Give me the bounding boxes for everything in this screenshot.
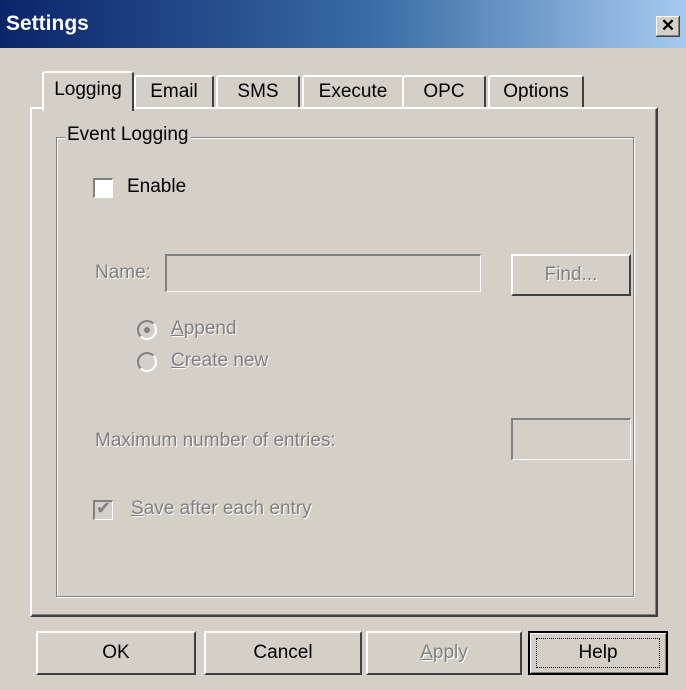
apply-button[interactable]: Apply — [366, 631, 522, 675]
tab-opc[interactable]: OPC — [402, 75, 486, 107]
append-radio[interactable] — [137, 320, 157, 340]
cancel-button[interactable]: Cancel — [204, 631, 362, 675]
save-after-each-label: Save after each entry — [131, 498, 312, 519]
name-label: Name: — [95, 262, 151, 283]
window-title: Settings — [6, 12, 89, 35]
close-button[interactable]: ✕ — [656, 16, 680, 37]
create-new-label: Create new — [171, 350, 269, 371]
enable-checkbox[interactable] — [93, 178, 113, 198]
tab-strip: Logging Email SMS Execute OPC Options — [30, 71, 590, 111]
create-new-radio[interactable] — [137, 352, 157, 372]
enable-label: Enable — [127, 176, 187, 197]
max-entries-label: Maximum number of entries: — [95, 430, 336, 451]
tab-options[interactable]: Options — [488, 75, 584, 107]
tab-logging[interactable]: Logging — [42, 71, 134, 111]
help-button[interactable]: Help — [528, 631, 668, 675]
title-bar: Settings ✕ — [0, 0, 686, 48]
tab-panel-logging: Event Logging Enable Name: Find... Appen… — [30, 107, 658, 617]
event-logging-group: Event Logging Enable Name: Find... Appen… — [56, 124, 634, 597]
tab-email[interactable]: Email — [134, 75, 214, 107]
tab-execute[interactable]: Execute — [302, 75, 404, 107]
close-icon: ✕ — [660, 16, 676, 35]
append-label: Append — [171, 318, 237, 339]
group-label: Event Logging — [65, 124, 191, 146]
max-entries-input[interactable] — [511, 418, 631, 460]
save-after-each-checkbox[interactable]: ✔ — [93, 498, 113, 520]
focus-ring — [536, 638, 660, 668]
find-button[interactable]: Find... — [511, 254, 631, 296]
checkmark-icon: ✔ — [96, 498, 112, 518]
ok-button[interactable]: OK — [36, 631, 196, 675]
name-input[interactable] — [165, 254, 481, 292]
tab-sms[interactable]: SMS — [216, 75, 300, 107]
